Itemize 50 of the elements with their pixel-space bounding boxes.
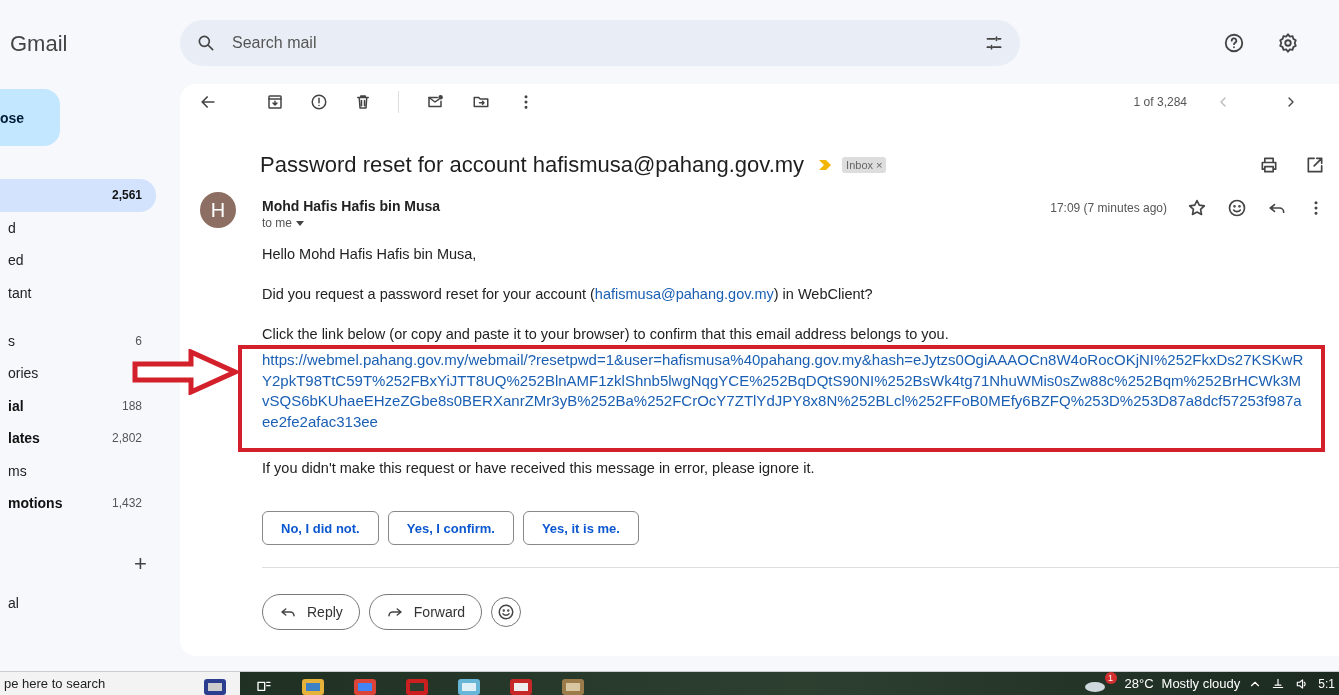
question-text: Did you request a password reset for your account (hafismusa@pahang.gov.my) in WebClient? xyxy=(262,286,874,304)
settings-icon[interactable] xyxy=(1277,31,1299,54)
add-label-button[interactable]: + xyxy=(134,553,147,576)
label-chip[interactable]: Inbox × xyxy=(842,157,887,174)
taskbar-search[interactable]: pe here to search xyxy=(0,672,190,695)
reset-link[interactable]: https://webmel.pahang.gov.my/webmail/?resetpwd=1&user=hafismusa%40pahang.gov.my&hash=eJytzs0OgiAAAOCn8W4oRocOKjNI%252FkxDs27KSKwRY2pkT98TtC59T%252FBxYiJTT8UQ%252BlnAMF1zklShnb5lwgNqgYCE%252BqDQtS90NI%252BsWk4tg71NhuWMis0sZw88c%252Bqm%252BrHCWk3MvSQS6bKUhaeEHzeZGbe8s0BERXanrZMr3yB%252Ba%252FCrOcY7ZTlYdJPY8x8N%252BLcl%252FFoB0MEfy6BZFQ%253D%253D87a8dcf57253f987aee2fe2afac313ee xyxy=(262,350,1308,433)
notification-badge: 1 xyxy=(1104,672,1117,684)
pager-text: 1 of 3,284 xyxy=(1133,95,1187,110)
search-bar[interactable]: Search mail xyxy=(180,19,1020,66)
sidebar-item[interactable]: ms xyxy=(0,461,41,481)
archive-icon[interactable] xyxy=(266,93,284,112)
print-icon[interactable] xyxy=(1259,155,1279,176)
search-field[interactable]: Search mail xyxy=(230,32,970,53)
report-icon[interactable] xyxy=(310,93,328,112)
sidebar-item[interactable]: 2,561 xyxy=(0,179,156,212)
delete-icon[interactable] xyxy=(354,93,372,112)
app-name: Gmail xyxy=(10,30,69,57)
sidebar-item[interactable]: tant xyxy=(0,283,46,303)
emoji-icon xyxy=(497,603,516,622)
temperature-text: 28°C xyxy=(1124,676,1154,691)
weather-text: Mostly cloudy xyxy=(1161,676,1241,691)
sidebar-item[interactable]: ories xyxy=(0,363,53,384)
help-icon[interactable] xyxy=(1223,31,1245,54)
instruction-text: Click the link below (or copy and paste it to your browser) to confirm that this email address belongs to you. xyxy=(262,326,950,344)
clock-text[interactable]: 5:1 xyxy=(1318,676,1335,691)
quick-reply-button[interactable]: Yes, I confirm. xyxy=(387,511,514,546)
sidebar-item[interactable]: d xyxy=(0,218,30,238)
sidebar-item[interactable]: ial 188 xyxy=(0,396,156,416)
email-subject: Password reset for account hafismusa@pahang.gov.my xyxy=(260,152,805,179)
sender-avatar: H xyxy=(200,192,236,229)
compose-button[interactable]: ose xyxy=(0,89,60,147)
sidebar-item[interactable]: motions 1,432 xyxy=(0,493,156,514)
open-new-window-icon[interactable] xyxy=(1305,155,1325,176)
forward-button[interactable]: Forward xyxy=(368,594,483,631)
quick-reply-button[interactable]: No, I did not. xyxy=(262,511,379,546)
reply-button[interactable]: Reply xyxy=(262,594,360,631)
caret-icon[interactable] xyxy=(296,220,304,226)
disclaimer-text: If you didn't make this request or have received this message in error, please ignore it. xyxy=(262,460,816,478)
quick-reply-button[interactable]: Yes, it is me. xyxy=(522,511,639,546)
recipient-text[interactable]: to me xyxy=(262,216,292,231)
sender-name: Mohd Hafis Hafis bin Musa xyxy=(262,198,441,215)
sidebar-item[interactable]: ed xyxy=(0,250,38,271)
emoji-icon[interactable] xyxy=(1227,198,1247,219)
sidebar-item[interactable]: lates 2,802 xyxy=(0,428,156,449)
timestamp: 17:09 (7 minutes ago) xyxy=(1050,201,1167,216)
label-item[interactable]: al xyxy=(0,575,180,612)
email-link[interactable]: hafismusa@pahang.gov.my xyxy=(594,286,774,303)
sidebar-item[interactable]: s 6 xyxy=(0,331,156,351)
greeting-text: Hello Mohd Hafis Hafis bin Musa, xyxy=(262,246,478,264)
importance-marker-icon[interactable] xyxy=(818,159,833,172)
